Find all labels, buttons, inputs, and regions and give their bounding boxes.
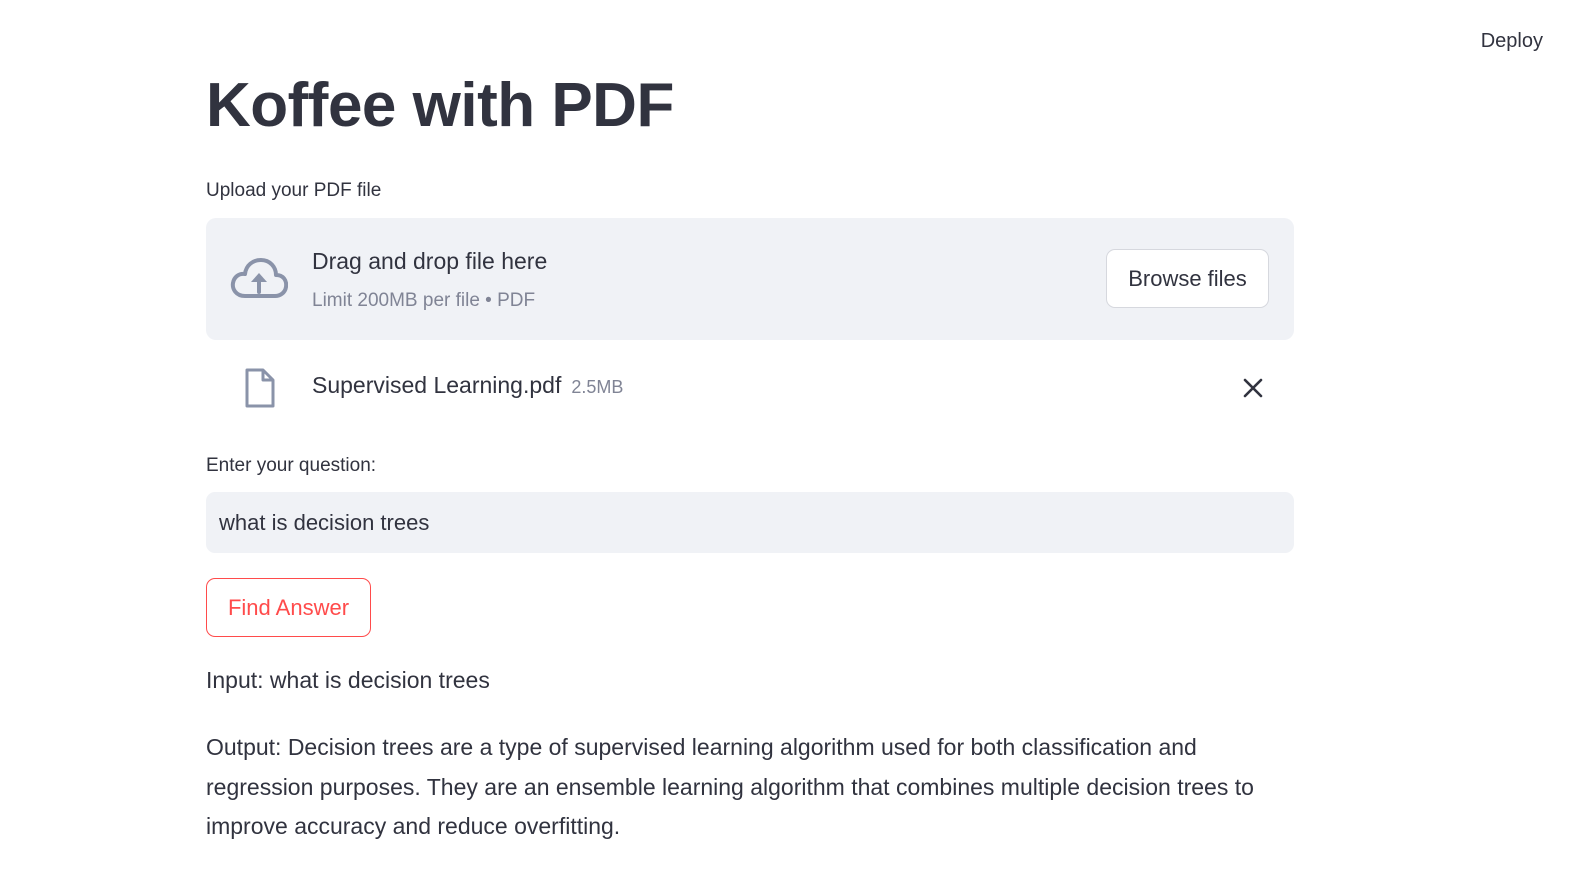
- dropzone-title: Drag and drop file here: [312, 248, 548, 274]
- uploaded-file-item: Supervised Learning.pdf 2.5MB: [206, 360, 1294, 416]
- browse-files-button[interactable]: Browse files: [1106, 249, 1269, 308]
- uploaded-file-name: Supervised Learning.pdf 2.5MB: [312, 372, 623, 399]
- deploy-button[interactable]: Deploy: [1481, 30, 1543, 53]
- file-dropzone[interactable]: Drag and drop file here Limit 200MB per …: [206, 218, 1294, 340]
- file-name-text: Supervised Learning.pdf: [312, 372, 562, 398]
- output-answer-text: Output: Decision trees are a type of sup…: [206, 734, 1254, 839]
- question-label: Enter your question:: [206, 455, 377, 476]
- file-icon: [245, 368, 275, 408]
- input-echo-text: Input: what is decision trees: [206, 667, 490, 693]
- find-answer-button[interactable]: Find Answer: [206, 578, 371, 637]
- file-size: 2.5MB: [571, 377, 624, 397]
- close-icon[interactable]: [1240, 375, 1266, 401]
- cloud-upload-icon: [230, 258, 288, 298]
- dropzone-limit-text: Limit 200MB per file • PDF: [312, 290, 536, 311]
- upload-label: Upload your PDF file: [206, 180, 382, 201]
- page-title: Koffee with PDF: [206, 71, 674, 140]
- question-input[interactable]: [206, 492, 1294, 553]
